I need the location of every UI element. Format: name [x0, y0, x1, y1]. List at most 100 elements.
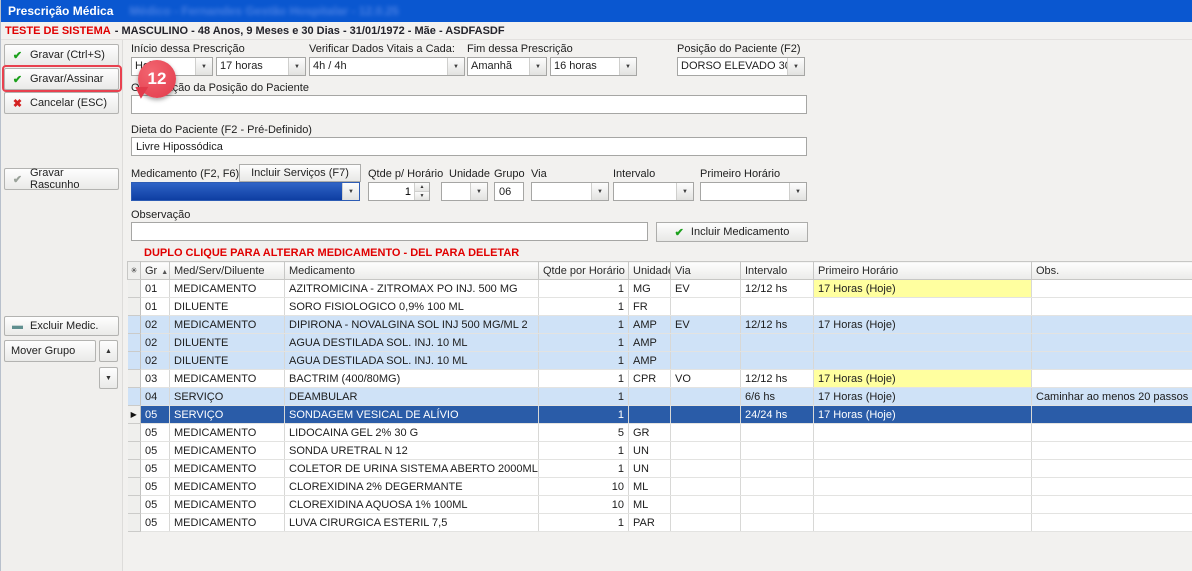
grid-cell: UN: [629, 442, 671, 460]
table-row[interactable]: 02DILUENTEAGUA DESTILADA SOL. INJ. 10 ML…: [128, 352, 1192, 370]
via-combo[interactable]: ▼: [531, 182, 609, 201]
interval-value: [614, 183, 676, 200]
table-row[interactable]: 05MEDICAMENTOLIDOCAINA GEL 2% 30 G5GR: [128, 424, 1192, 442]
grid-cell: SONDAGEM VESICAL DE ALÍVIO: [285, 406, 539, 424]
col-via-header[interactable]: Via: [671, 262, 741, 280]
via-value: [532, 183, 591, 200]
table-row[interactable]: 02DILUENTEAGUA DESTILADA SOL. INJ. 10 ML…: [128, 334, 1192, 352]
dropdown-arrow-icon[interactable]: ▼: [342, 183, 359, 200]
save-draft-button[interactable]: ✔ Gravar Rascunho: [4, 168, 119, 190]
quantity-input[interactable]: [369, 183, 414, 200]
dropdown-arrow-icon[interactable]: ▼: [470, 183, 487, 200]
grid-cell: [1032, 280, 1192, 298]
move-group-button-label: Mover Grupo: [11, 345, 75, 357]
include-medication-button-label: Incluir Medicamento: [691, 226, 789, 238]
end-time-combo[interactable]: 16 horas ▼: [550, 57, 637, 76]
delete-medication-button[interactable]: ▬ Excluir Medic.: [4, 316, 119, 336]
grid-cell: [1032, 316, 1192, 334]
grid-cell: AZITROMICINA - ZITROMAX PO INJ. 500 MG: [285, 280, 539, 298]
grid-cell: 02: [141, 334, 170, 352]
grid-cell: 1: [539, 352, 629, 370]
spin-up-button[interactable]: ▲: [415, 183, 429, 191]
table-row[interactable]: 05MEDICAMENTOCLOREXIDINA 2% DEGERMANTE10…: [128, 478, 1192, 496]
grid-cell: VO: [671, 370, 741, 388]
table-row[interactable]: 01DILUENTESORO FISIOLOGICO 0,9% 100 ML1F…: [128, 298, 1192, 316]
col-unidade-header[interactable]: Unidade: [629, 262, 671, 280]
dropdown-arrow-icon[interactable]: ▼: [591, 183, 608, 200]
observation-input[interactable]: [131, 222, 648, 241]
save-button[interactable]: ✔ Gravar (Ctrl+S): [4, 44, 119, 66]
cancel-button[interactable]: ✖ Cancelar (ESC): [4, 92, 119, 114]
col-primeiro-horario-header[interactable]: Primeiro Horário: [814, 262, 1032, 280]
col-qtde-header[interactable]: Qtde por Horário: [539, 262, 629, 280]
move-group-button[interactable]: Mover Grupo: [4, 340, 96, 362]
grid-cell: COLETOR DE URINA SISTEMA ABERTO 2000ML: [285, 460, 539, 478]
unit-combo[interactable]: ▼: [441, 182, 488, 201]
grid-cell: 1: [539, 334, 629, 352]
table-row[interactable]: ▶05SERVIÇOSONDAGEM VESICAL DE ALÍVIO124/…: [128, 406, 1192, 424]
start-time-value: 17 horas: [217, 58, 288, 75]
grid-cell: FR: [629, 298, 671, 316]
dropdown-arrow-icon[interactable]: ▼: [787, 58, 804, 75]
table-row[interactable]: 03MEDICAMENTOBACTRIM (400/80MG)1CPRVO12/…: [128, 370, 1192, 388]
grid-cell: [741, 478, 814, 496]
dropdown-arrow-icon[interactable]: ▼: [619, 58, 636, 75]
via-label: Via: [531, 168, 547, 180]
move-group-down-button[interactable]: ▼: [99, 367, 118, 389]
table-row[interactable]: 01MEDICAMENTOAZITROMICINA - ZITROMAX PO …: [128, 280, 1192, 298]
start-time-combo[interactable]: 17 horas ▼: [216, 57, 306, 76]
grid-cell: 1: [539, 298, 629, 316]
grid-cell: [1032, 352, 1192, 370]
grid-cell: [1032, 370, 1192, 388]
diet-input[interactable]: [131, 137, 807, 156]
grid-cell: [741, 352, 814, 370]
titlebar-subtitle: Médico - Fernandes Gestão Hospitalar - 1…: [129, 4, 398, 18]
titlebar: Prescrição Médica Médico - Fernandes Ges…: [1, 0, 1192, 22]
vitals-interval-combo[interactable]: 4h / 4h ▼: [309, 57, 465, 76]
grid-cell: 10: [539, 478, 629, 496]
grid-cell: MEDICAMENTO: [170, 316, 285, 334]
move-group-up-button[interactable]: ▲: [99, 340, 118, 362]
col-intervalo-header[interactable]: Intervalo: [741, 262, 814, 280]
dropdown-arrow-icon[interactable]: ▼: [288, 58, 305, 75]
patient-position-combo[interactable]: DORSO ELEVADO 30 G ▼: [677, 57, 805, 76]
grid-cell: CPR: [629, 370, 671, 388]
col-gr-header[interactable]: Gr▲: [141, 262, 170, 280]
interval-combo[interactable]: ▼: [613, 182, 694, 201]
include-services-button[interactable]: Incluir Serviços (F7): [239, 164, 361, 182]
table-row[interactable]: 04SERVIÇODEAMBULAR16/6 hs17 Horas (Hoje)…: [128, 388, 1192, 406]
table-row[interactable]: 02MEDICAMENTODIPIRONA - NOVALGINA SOL IN…: [128, 316, 1192, 334]
grid-body: 01MEDICAMENTOAZITROMICINA - ZITROMAX PO …: [128, 280, 1192, 532]
group-field[interactable]: [494, 182, 524, 201]
cross-icon: ✖: [11, 97, 24, 110]
dropdown-arrow-icon[interactable]: ▼: [789, 183, 806, 200]
table-row[interactable]: 05MEDICAMENTOLUVA CIRURGICA ESTERIL 7,51…: [128, 514, 1192, 532]
medication-combo[interactable]: ▼: [131, 182, 360, 201]
col-medserv-header[interactable]: Med/Serv/Diluente: [170, 262, 285, 280]
quantity-stepper[interactable]: ▲ ▼: [368, 182, 430, 201]
spin-down-button[interactable]: ▼: [415, 191, 429, 200]
grid-cell: DEAMBULAR: [285, 388, 539, 406]
table-row[interactable]: 05MEDICAMENTOCOLETOR DE URINA SISTEMA AB…: [128, 460, 1192, 478]
table-row[interactable]: 05MEDICAMENTOSONDA URETRAL N 121UN: [128, 442, 1192, 460]
first-time-combo[interactable]: ▼: [700, 182, 807, 201]
dropdown-arrow-icon[interactable]: ▼: [676, 183, 693, 200]
dropdown-arrow-icon[interactable]: ▼: [447, 58, 464, 75]
grid-cell: AMP: [629, 352, 671, 370]
end-date-combo[interactable]: Amanhã ▼: [467, 57, 547, 76]
dropdown-arrow-icon[interactable]: ▼: [195, 58, 212, 75]
grid-cell: [1032, 496, 1192, 514]
grid-cell: [814, 334, 1032, 352]
col-obs-header[interactable]: Obs.: [1032, 262, 1192, 280]
dropdown-arrow-icon[interactable]: ▼: [529, 58, 546, 75]
col-medicamento-header[interactable]: Medicamento: [285, 262, 539, 280]
grid-cell: 05: [141, 514, 170, 532]
grid-cell: 1: [539, 280, 629, 298]
position-observation-input[interactable]: [131, 95, 807, 114]
grid-cell: [671, 406, 741, 424]
save-sign-button[interactable]: ✔ Gravar/Assinar: [4, 68, 119, 90]
grid-cell: MEDICAMENTO: [170, 460, 285, 478]
table-row[interactable]: 05MEDICAMENTOCLOREXIDINA AQUOSA 1% 100ML…: [128, 496, 1192, 514]
grid-cell: [814, 478, 1032, 496]
include-medication-button[interactable]: ✔ Incluir Medicamento: [656, 222, 808, 242]
